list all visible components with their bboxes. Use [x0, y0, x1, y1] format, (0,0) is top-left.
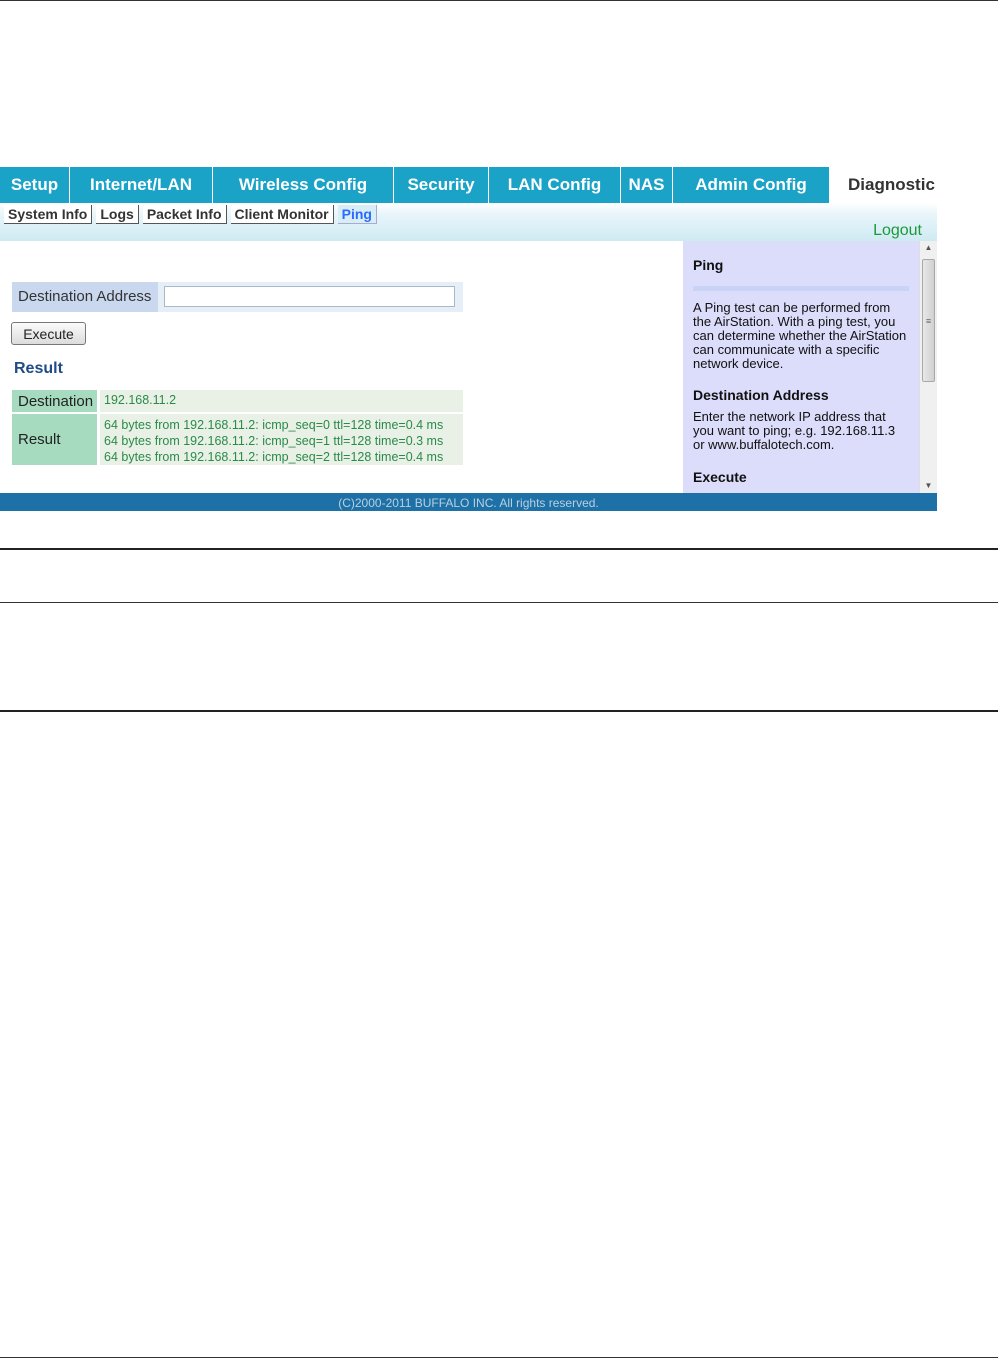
- tab-setup[interactable]: Setup: [0, 167, 70, 203]
- subtab-packet-info[interactable]: Packet Info: [142, 205, 227, 224]
- execute-button[interactable]: Execute: [11, 322, 86, 345]
- copyright-footer: (C)2000-2011 BUFFALO INC. All rights res…: [0, 493, 937, 511]
- subtab-ping[interactable]: Ping: [337, 205, 377, 224]
- table-row: Destination 192.168.11.2: [12, 390, 463, 412]
- sub-nav: System Info Logs Packet Info Client Moni…: [4, 205, 381, 224]
- result-line: 64 bytes from 192.168.11.2: icmp_seq=1 t…: [104, 434, 444, 448]
- help-exec-heading: Execute: [693, 469, 747, 485]
- help-title: Ping: [693, 257, 724, 273]
- rule: [0, 602, 998, 603]
- destination-label: Destination: [12, 390, 97, 412]
- result-line: 64 bytes from 192.168.11.2: icmp_seq=0 t…: [104, 418, 444, 432]
- result-heading: Result: [14, 360, 63, 377]
- help-pane: Ping A Ping test can be performed from t…: [683, 241, 919, 493]
- top-rule: [0, 0, 998, 1]
- help-divider: [693, 286, 909, 291]
- result-line: 64 bytes from 192.168.11.2: icmp_seq=2 t…: [104, 450, 444, 464]
- logout-link[interactable]: Logout: [873, 222, 922, 240]
- subtab-client-monitor[interactable]: Client Monitor: [230, 205, 334, 224]
- destination-address-label: Destination Address: [12, 282, 158, 312]
- bottom-rule: [0, 1357, 998, 1358]
- ping-panel: Destination Address Execute Result Desti…: [0, 241, 683, 493]
- tab-wireless-config[interactable]: Wireless Config: [213, 167, 394, 203]
- table-row: Result 64 bytes from 192.168.11.2: icmp_…: [12, 414, 463, 465]
- scroll-down-icon[interactable]: ▼: [920, 479, 937, 493]
- destination-address-input[interactable]: [164, 286, 455, 307]
- router-admin-screenshot: Setup Internet/LAN Wireless Config Secur…: [0, 167, 937, 511]
- tab-security[interactable]: Security: [394, 167, 489, 203]
- sub-nav-band: System Info Logs Packet Info Client Moni…: [0, 203, 937, 241]
- rule: [0, 710, 998, 712]
- help-dest-text: Enter the network IP address that you wa…: [693, 409, 896, 452]
- result-table: Destination 192.168.11.2 Result 64 bytes…: [12, 390, 463, 467]
- help-scrollbar[interactable]: ▲ ≡ ▼: [919, 241, 937, 493]
- rule: [0, 548, 998, 550]
- scroll-thumb[interactable]: ≡: [922, 259, 935, 382]
- subtab-logs[interactable]: Logs: [96, 205, 139, 224]
- main-nav: Setup Internet/LAN Wireless Config Secur…: [0, 167, 937, 203]
- result-output: 64 bytes from 192.168.11.2: icmp_seq=0 t…: [100, 414, 463, 465]
- destination-row: Destination Address: [12, 282, 463, 312]
- subtab-system-info[interactable]: System Info: [4, 205, 93, 224]
- destination-value: 192.168.11.2: [100, 390, 463, 412]
- tab-internet-lan[interactable]: Internet/LAN: [70, 167, 213, 203]
- grip-icon: ≡: [925, 316, 932, 326]
- help-intro: A Ping test can be performed from the Ai…: [693, 300, 907, 371]
- tab-admin-config[interactable]: Admin Config: [673, 167, 830, 203]
- tab-lan-config[interactable]: LAN Config: [489, 167, 621, 203]
- scroll-up-icon[interactable]: ▲: [920, 241, 937, 255]
- tab-nas[interactable]: NAS: [621, 167, 673, 203]
- result-label: Result: [12, 414, 97, 465]
- tab-diagnostic[interactable]: Diagnostic: [830, 167, 937, 203]
- help-dest-heading: Destination Address: [693, 387, 829, 403]
